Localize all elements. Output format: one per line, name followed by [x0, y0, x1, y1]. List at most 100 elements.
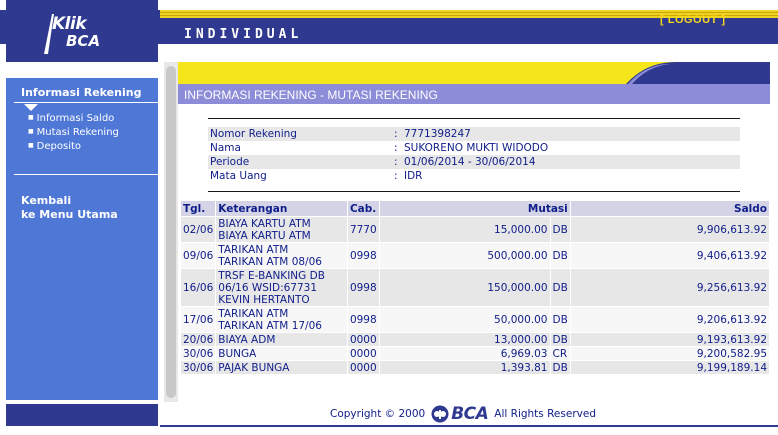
description-line: TARIKAN ATM — [218, 307, 289, 320]
cell-debit-credit: DB — [549, 332, 571, 347]
bca-logo: BCA — [431, 404, 489, 424]
table-row: 09/06 TARIKAN ATM TARIKAN ATM 08/06 0998 500… — [179, 242, 771, 269]
description-line: BIAYA ADM — [218, 333, 276, 346]
info-value: SUKORENO MUKTI WIDODO — [404, 142, 549, 154]
cell-date: 09/06 — [179, 242, 217, 269]
cell-description: PAJAK BUNGA — [215, 360, 348, 375]
column-header-branch: Cab. — [346, 200, 380, 217]
scrollbar-thumb[interactable] — [166, 66, 176, 398]
sidebar-section-title[interactable]: Informasi Rekening — [21, 86, 141, 99]
cell-balance: 9,206,613.92 — [569, 306, 771, 333]
description-line: BUNGA — [218, 347, 257, 360]
bca-logo-text: BCA — [451, 404, 489, 424]
cell-date: 16/06 — [179, 268, 217, 307]
description-line: TRSF E-BANKING DB — [218, 269, 325, 282]
description-line: PAJAK BUNGA — [218, 361, 290, 374]
cell-balance: 9,256,613.92 — [569, 268, 771, 307]
cell-mutation-amount: 500,000.00 — [378, 242, 551, 269]
page-header: Klik BCA INDIVIDUAL [ LOGOUT ] — [0, 0, 778, 62]
cell-date: 30/06 — [179, 346, 217, 361]
table-row: 30/06 BUNGA 0000 6,969.03 CR 9,200,582.95 — [179, 346, 771, 361]
table-row: 20/06 BIAYA ADM 0000 13,000.00 DB 9,193,613.9… — [179, 332, 771, 347]
back-to-main-menu-link[interactable]: Kembali — [21, 194, 71, 207]
description-line: TARIKAN ATM — [218, 243, 289, 256]
cell-branch: 7770 — [346, 216, 380, 243]
cell-branch: 0998 — [346, 242, 380, 269]
sidebar-item-deposito[interactable]: Deposito — [28, 141, 81, 152]
cell-description: BIAYA KARTU ATM BIAYA KARTU ATM — [215, 216, 348, 243]
cell-mutation-amount: 15,000.00 — [378, 216, 551, 243]
table-row: 02/06 BIAYA KARTU ATM BIAYA KARTU ATM 7770 1… — [179, 216, 771, 243]
info-row-period: Periode : 01/06/2014 - 30/06/2014 — [208, 155, 740, 169]
cell-debit-credit: DB — [549, 268, 571, 307]
description-line: TARIKAN ATM 17/06 — [218, 319, 322, 332]
cell-debit-credit: DB — [549, 216, 571, 243]
description-line: TARIKAN ATM 08/06 — [218, 255, 322, 268]
column-header-balance: Saldo — [569, 200, 771, 217]
cell-mutation-amount: 50,000.00 — [378, 306, 551, 333]
logout-link[interactable]: [ LOGOUT ] — [660, 14, 726, 26]
table-header-row: Tgl. Keterangan Cab. Mutasi Saldo — [179, 200, 771, 217]
info-value: IDR — [404, 170, 423, 182]
yellow-banner — [178, 62, 770, 84]
cell-debit-credit: DB — [549, 306, 571, 333]
footer-rule — [160, 425, 778, 427]
description-line: 06/16 WSID:67731 — [218, 281, 318, 294]
cell-date: 20/06 — [179, 332, 217, 347]
cell-balance: 9,406,613.92 — [569, 242, 771, 269]
cell-date: 02/06 — [179, 216, 217, 243]
info-row-currency: Mata Uang : IDR — [208, 169, 740, 183]
info-label: Periode — [210, 156, 250, 168]
table-row: 17/06 TARIKAN ATM TARIKAN ATM 17/06 0998 50,… — [179, 306, 771, 333]
cell-branch: 0000 — [346, 332, 380, 347]
cell-branch: 0000 — [346, 346, 380, 361]
info-label: Mata Uang — [210, 170, 267, 182]
page-title: INFORMASI REKENING - MUTASI REKENING — [178, 84, 770, 104]
cell-branch: 0998 — [346, 268, 380, 307]
sidebar-divider — [14, 102, 158, 103]
column-header-mutation: Mutasi — [378, 200, 571, 217]
cell-branch: 0000 — [346, 360, 380, 375]
description-line: BIAYA KARTU ATM — [218, 229, 311, 242]
banner-curve-decoration — [626, 62, 770, 84]
logo-text-bca: BCA — [66, 32, 101, 50]
cell-balance: 9,199,189.14 — [569, 360, 771, 375]
cell-mutation-amount: 13,000.00 — [378, 332, 551, 347]
info-value: 01/06/2014 - 30/06/2014 — [404, 156, 536, 168]
cell-balance: 9,193,613.92 — [569, 332, 771, 347]
main-content: INFORMASI REKENING - MUTASI REKENING Nom… — [178, 62, 771, 402]
account-info: Nomor Rekening : 7771398247 Nama : SUKOR… — [208, 118, 740, 192]
back-to-main-menu-link-line2[interactable]: ke Menu Utama — [21, 208, 118, 221]
cell-balance: 9,906,613.92 — [569, 216, 771, 243]
cell-date: 17/06 — [179, 306, 217, 333]
column-header-description: Keterangan — [215, 200, 348, 217]
cell-debit-credit: CR — [549, 346, 571, 361]
cell-balance: 9,200,582.95 — [569, 346, 771, 361]
cell-description: TRSF E-BANKING DB 06/16 WSID:67731 KEVIN H… — [215, 268, 348, 307]
logo-text-klik: Klik — [52, 14, 87, 34]
header-inner-white — [160, 44, 778, 62]
cell-mutation-amount: 6,969.03 — [378, 346, 551, 361]
sidebar-item-mutasi-rekening[interactable]: Mutasi Rekening — [28, 127, 119, 138]
cell-description: BUNGA — [215, 346, 348, 361]
table-row: 16/06 TRSF E-BANKING DB 06/16 WSID:67731 KE… — [179, 268, 771, 307]
cell-branch: 0998 — [346, 306, 380, 333]
transaction-table-body: 02/06 BIAYA KARTU ATM BIAYA KARTU ATM 7770 1… — [179, 216, 771, 375]
bca-emblem-icon — [431, 405, 449, 423]
klikbca-logo: Klik BCA — [6, 0, 158, 62]
column-header-date: Tgl. — [179, 200, 217, 217]
sidebar: Informasi Rekening Informasi Saldo Mutas… — [6, 78, 158, 400]
cell-description: TARIKAN ATM TARIKAN ATM 17/06 — [215, 306, 348, 333]
header-title: INDIVIDUAL — [184, 27, 303, 42]
table-row: 30/06 PAJAK BUNGA 0000 1,393.81 DB 9,199,189.… — [179, 360, 771, 375]
cell-description: BIAYA ADM — [215, 332, 348, 347]
transaction-table: Tgl. Keterangan Cab. Mutasi Saldo 02/06 B… — [179, 200, 771, 375]
info-label: Nomor Rekening — [210, 128, 297, 140]
cell-description: TARIKAN ATM TARIKAN ATM 08/06 — [215, 242, 348, 269]
triangle-down-icon — [24, 104, 38, 111]
info-row-name: Nama : SUKORENO MUKTI WIDODO — [208, 141, 740, 155]
sidebar-item-informasi-saldo[interactable]: Informasi Saldo — [28, 113, 115, 124]
vertical-scrollbar[interactable] — [164, 62, 178, 402]
info-divider-bottom — [208, 191, 740, 192]
info-label: Nama — [210, 142, 241, 154]
